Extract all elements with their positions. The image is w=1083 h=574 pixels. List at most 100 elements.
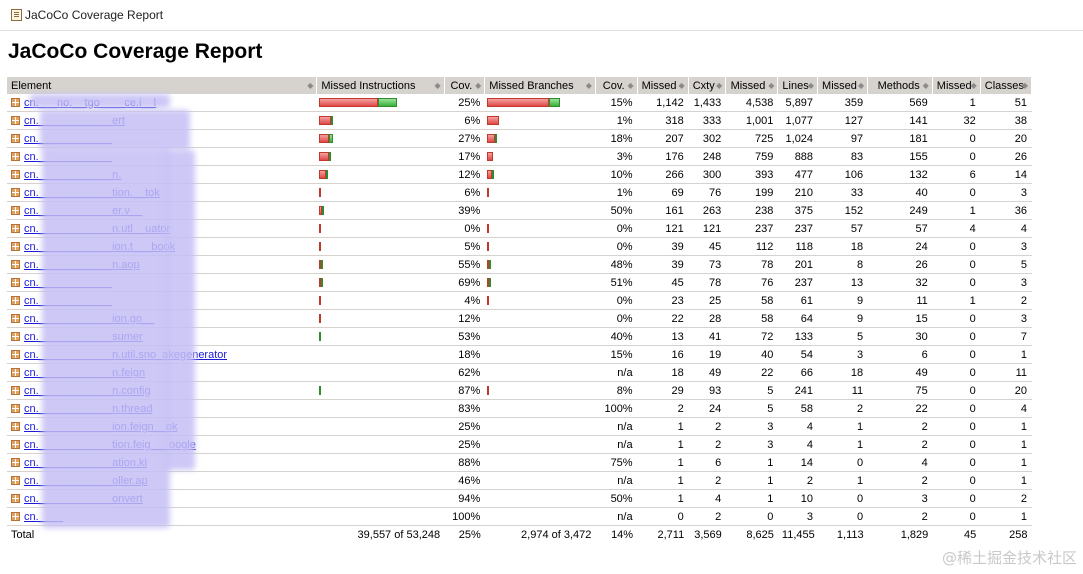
lines: 237 [777, 273, 819, 292]
missed-methods: 1 [817, 471, 869, 490]
lines: 375 [777, 201, 819, 220]
total-missed-branches: 2,974 of 3,472 [484, 525, 596, 544]
methods: 2 [867, 507, 933, 526]
branch-coverage: n/a [595, 363, 638, 382]
instruction-coverage: 88% [444, 453, 486, 472]
covered-bar [495, 134, 498, 143]
missed-methods: 5 [817, 327, 869, 346]
missed-bar [487, 134, 496, 143]
total-missed-lines: 8,625 [725, 525, 778, 544]
missed-complexity: 207 [637, 129, 689, 148]
missed-methods: 18 [817, 237, 869, 256]
classes: 2 [980, 291, 1033, 310]
column-header-label: Missed Instructions [321, 79, 416, 92]
classes: 1 [980, 345, 1033, 364]
methods: 22 [867, 399, 933, 418]
methods: 11 [867, 291, 933, 310]
missed-instructions-bar [316, 327, 445, 346]
covered-bar [549, 98, 561, 107]
sort-icon: ◆ [307, 81, 314, 90]
missed-complexity: 39 [637, 255, 689, 274]
classes: 1 [980, 507, 1033, 526]
package-icon [11, 457, 20, 467]
missed-classes: 1 [932, 94, 981, 112]
missed-classes: 0 [932, 417, 981, 436]
missed-classes: 0 [932, 129, 981, 148]
classes: 36 [980, 201, 1033, 220]
column-header-2[interactable]: Cov. ◆ [444, 77, 486, 94]
branch-coverage: 0% [595, 219, 638, 238]
missed-complexity: 1 [637, 435, 689, 454]
missed-complexity: 22 [637, 309, 689, 328]
methods: 141 [867, 111, 933, 130]
missed-complexity: 29 [637, 381, 689, 400]
complexity: 333 [688, 111, 727, 130]
column-header-0[interactable]: Element ◆ [7, 77, 318, 94]
complexity: 300 [688, 165, 727, 184]
missed-instructions-bar [316, 471, 445, 490]
column-header-3[interactable]: Missed Branches ◆ [484, 77, 596, 94]
classes: 7 [980, 327, 1033, 346]
column-header-8[interactable]: Lines ◆ [777, 77, 819, 94]
missed-bar [319, 116, 332, 125]
missed-complexity: 161 [637, 201, 689, 220]
complexity: 2 [688, 417, 727, 436]
sort-icon: ◆ [434, 81, 441, 90]
column-header-6[interactable]: Cxty ◆ [688, 77, 727, 94]
sort-icon: ◆ [857, 81, 865, 90]
classes: 20 [980, 129, 1033, 148]
missed-methods: 1 [817, 417, 869, 436]
missed-lines: 3 [725, 435, 779, 454]
missed-branches-bar [484, 309, 596, 328]
column-header-label: Missed [822, 79, 857, 92]
missed-branches-bar [484, 381, 596, 400]
lines: 4 [777, 435, 819, 454]
missed-lines: 76 [725, 273, 779, 292]
missed-methods: 9 [817, 309, 869, 328]
instruction-coverage: 4% [444, 291, 486, 310]
column-header-4[interactable]: Cov. ◆ [595, 77, 638, 94]
missed-lines: 72 [725, 327, 779, 346]
package-icon [11, 421, 20, 431]
column-header-5[interactable]: Missed ◆ [637, 77, 689, 94]
missed-classes: 0 [932, 345, 981, 364]
package-icon [11, 205, 20, 215]
missed-methods: 8 [817, 255, 869, 274]
complexity: 28 [688, 309, 727, 328]
missed-branches-bar [484, 111, 596, 130]
column-header-10[interactable]: Methods ◆ [867, 77, 933, 94]
column-header-12[interactable]: Classes ◆ [980, 77, 1033, 94]
classes: 2 [980, 489, 1033, 508]
complexity: 25 [688, 291, 727, 310]
column-header-7[interactable]: Missed ◆ [725, 77, 779, 94]
methods: 57 [867, 219, 933, 238]
methods: 2 [867, 417, 933, 436]
package-icon [11, 97, 20, 107]
missed-classes: 0 [932, 381, 981, 400]
classes: 1 [980, 453, 1033, 472]
classes: 4 [980, 219, 1033, 238]
redaction-blur [165, 150, 195, 470]
complexity: 93 [688, 381, 727, 400]
classes: 14 [980, 165, 1033, 184]
column-header-label: Missed [936, 79, 972, 92]
column-header-9[interactable]: Missed ◆ [817, 77, 869, 94]
instruction-coverage: 6% [444, 183, 486, 202]
missed-lines: 40 [725, 345, 779, 364]
column-header-11[interactable]: Missed ◆ [932, 77, 981, 94]
package-icon [11, 493, 20, 503]
missed-complexity: 1 [637, 417, 689, 436]
missed-bar [319, 98, 379, 107]
methods: 24 [867, 237, 933, 256]
missed-methods: 2 [817, 399, 869, 418]
branch-coverage: 1% [595, 111, 638, 130]
missed-lines: 112 [725, 237, 779, 256]
column-header-1[interactable]: Missed Instructions ◆ [316, 77, 445, 94]
missed-bar [487, 152, 494, 161]
missed-complexity: 0 [637, 507, 689, 526]
lines: 888 [777, 147, 819, 166]
missed-classes: 0 [932, 183, 981, 202]
missed-classes: 1 [932, 291, 981, 310]
instruction-coverage: 39% [444, 201, 486, 220]
missed-classes: 0 [932, 327, 981, 346]
